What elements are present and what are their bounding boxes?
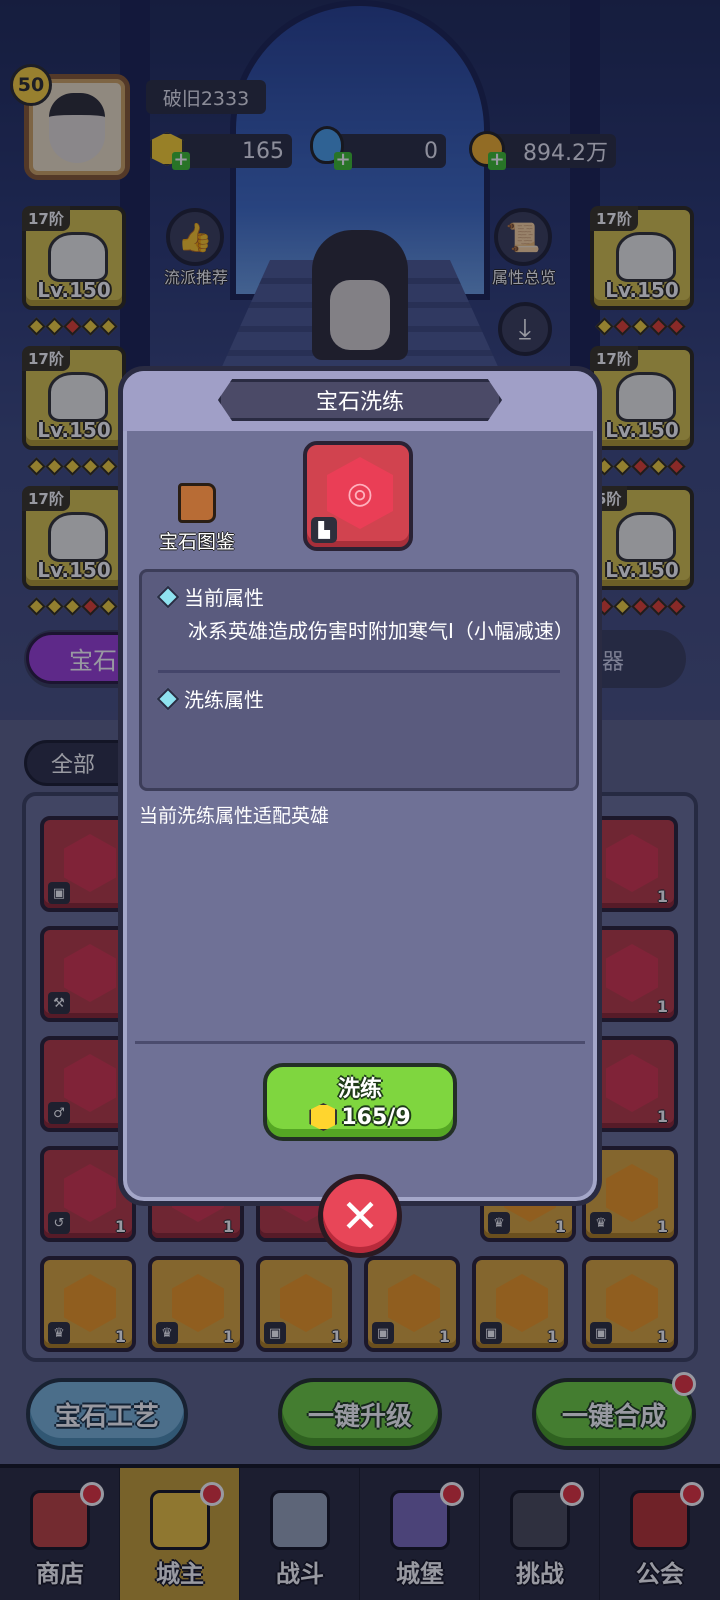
diamond-icon — [156, 687, 180, 710]
refine-attr-title: 洗练属性 — [184, 688, 264, 712]
refine-cost: 165/9 — [267, 1103, 453, 1131]
dialog-title: 宝石洗练 — [218, 379, 502, 421]
close-icon: ✕ — [340, 1189, 380, 1243]
refine-button-label: 洗练 — [337, 1077, 382, 1102]
current-attr-text: 冰系英雄造成伤害时附加寒气Ⅰ（小幅减速） — [188, 619, 574, 643]
refine-cost-value: 165/9 — [341, 1104, 411, 1130]
gem-refine-dialog: 宝石洗练 宝石图鉴 ◎ ▙ 当前属性 冰系英雄造成伤害时附加寒气Ⅰ（小幅减速） … — [118, 366, 602, 1206]
attribute-panel: 当前属性 冰系英雄造成伤害时附加寒气Ⅰ（小幅减速） 洗练属性 — [139, 569, 579, 791]
refine-note: 当前洗练属性适配英雄 — [139, 805, 330, 827]
gem-book-button[interactable]: 宝石图鉴 — [147, 483, 247, 554]
selected-gem[interactable]: ◎ ▙ — [303, 441, 413, 551]
current-attr-header: 当前属性 — [156, 582, 264, 611]
gem-book-label: 宝石图鉴 — [158, 531, 235, 553]
gem-currency-icon — [309, 1103, 338, 1131]
diamond-icon — [156, 585, 180, 608]
boots-type-icon: ▙ — [311, 517, 337, 543]
divider — [135, 1041, 585, 1044]
ruby-gem-icon: ◎ — [327, 457, 393, 529]
refine-attr-header: 洗练属性 — [156, 684, 264, 713]
current-attr-title: 当前属性 — [184, 586, 264, 610]
refine-button[interactable]: 洗练 165/9 — [263, 1063, 457, 1141]
book-icon — [178, 483, 216, 523]
close-button[interactable]: ✕ — [318, 1174, 402, 1258]
divider — [158, 670, 560, 673]
